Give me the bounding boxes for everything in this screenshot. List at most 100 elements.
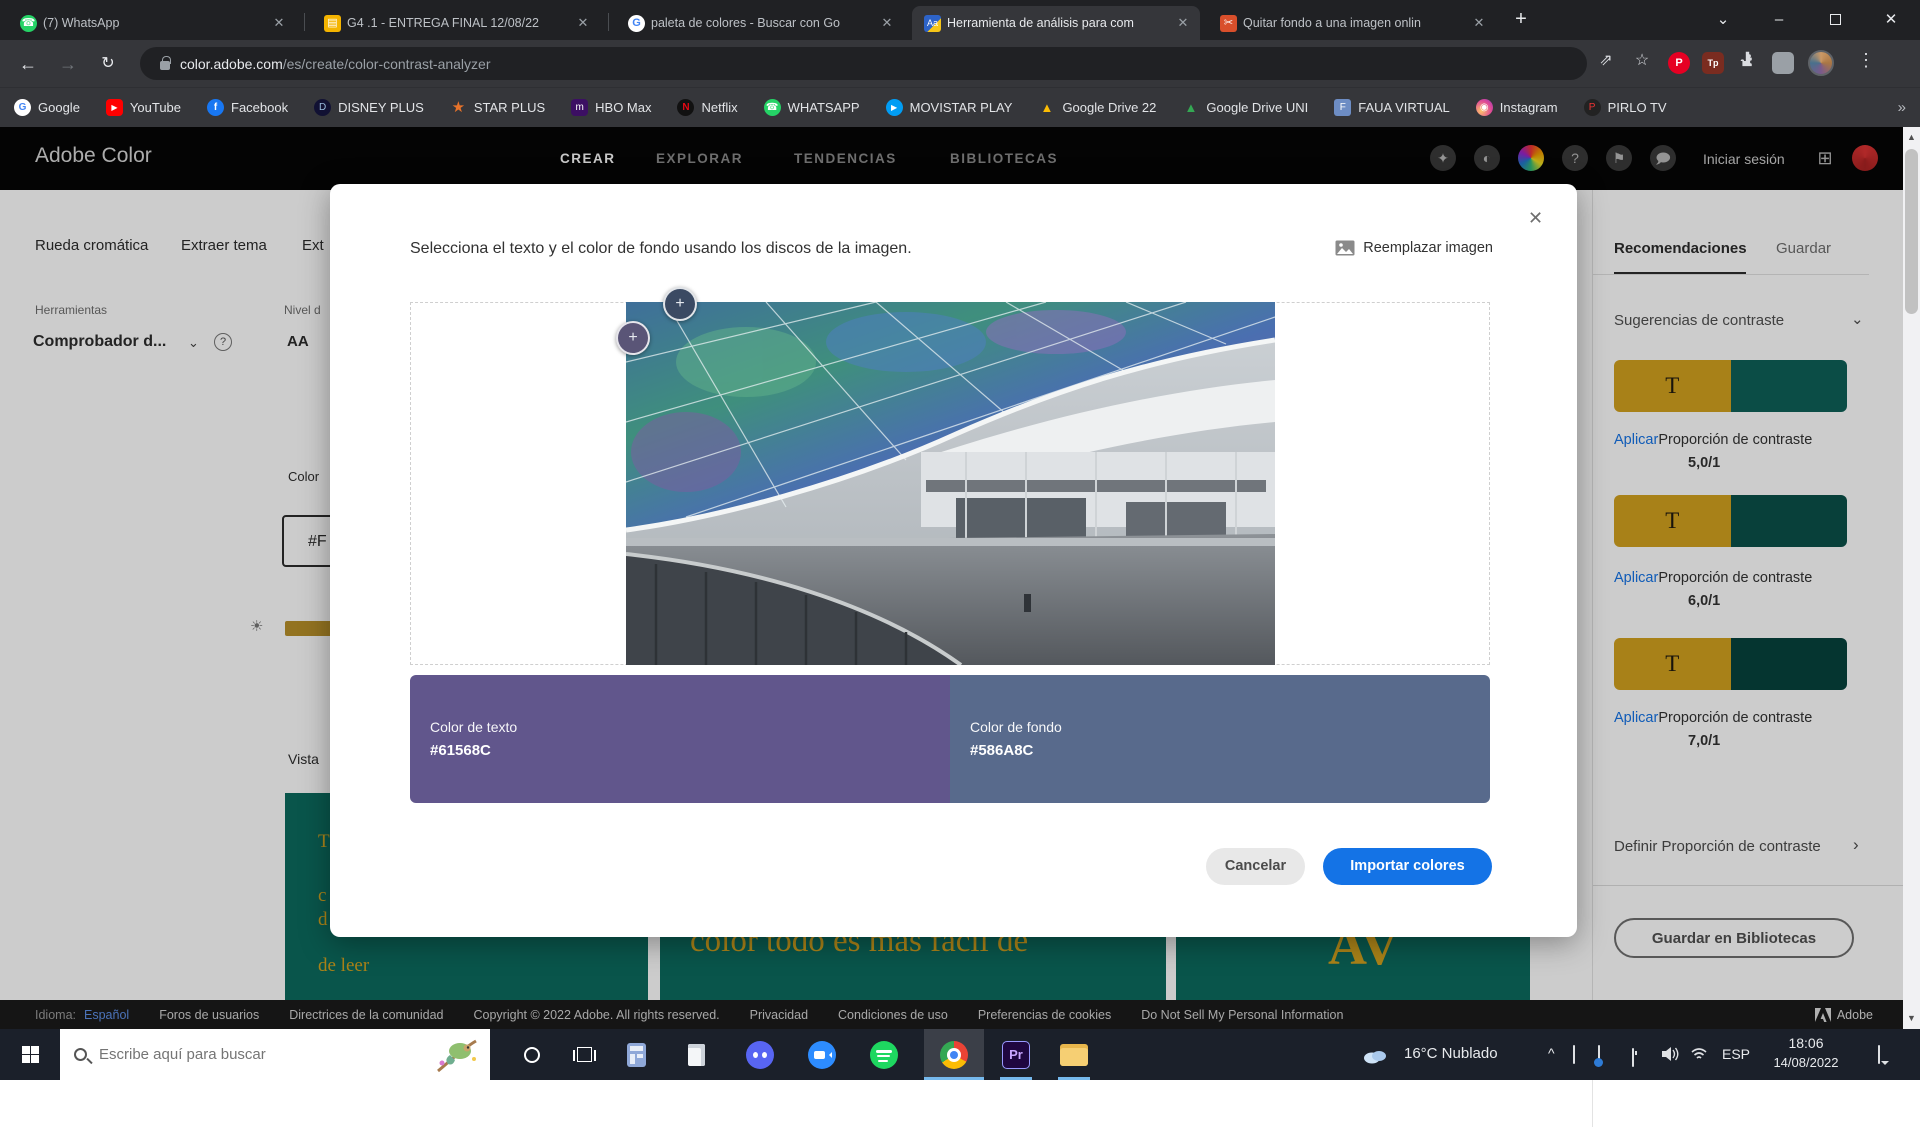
tab-title: (7) WhatsApp bbox=[43, 16, 264, 30]
bookmark-facebook[interactable]: fFacebook bbox=[207, 99, 288, 116]
windows-logo-icon bbox=[22, 1046, 39, 1063]
maximize-icon bbox=[1830, 14, 1841, 25]
bookmark-google-drive-22[interactable]: ▲Google Drive 22 bbox=[1038, 99, 1156, 116]
text-color-swatch[interactable]: Color de texto #61568C bbox=[410, 675, 950, 803]
scroll-up-icon[interactable]: ▲ bbox=[1903, 129, 1920, 146]
cancel-button[interactable]: Cancelar bbox=[1206, 848, 1305, 885]
color-picker-handle-background[interactable]: + bbox=[663, 287, 697, 321]
whatsapp-favicon-icon: ☎ bbox=[20, 15, 37, 32]
speaker-icon[interactable] bbox=[1662, 1046, 1680, 1067]
file-explorer-icon[interactable] bbox=[1048, 1029, 1100, 1080]
modal-close-icon[interactable]: ✕ bbox=[1528, 208, 1543, 229]
menu-kebab-icon[interactable]: ⋮ bbox=[1852, 50, 1880, 71]
spotify-icon[interactable] bbox=[856, 1029, 912, 1080]
scroll-down-icon[interactable]: ▼ bbox=[1903, 1010, 1920, 1027]
replace-image-button[interactable]: Reemplazar imagen bbox=[1335, 240, 1493, 256]
zoom-icon[interactable] bbox=[794, 1029, 850, 1080]
discord-icon[interactable] bbox=[732, 1029, 788, 1080]
weather-cloud-icon[interactable] bbox=[1362, 1046, 1388, 1069]
bookmark-instagram[interactable]: ◉Instagram bbox=[1476, 99, 1558, 116]
weather-text[interactable]: 16°C Nublado bbox=[1404, 1045, 1498, 1062]
instagram-icon: ◉ bbox=[1476, 99, 1493, 116]
bookmark-star-plus[interactable]: ★STAR PLUS bbox=[450, 99, 545, 116]
folder-glyph bbox=[1060, 1044, 1088, 1066]
bookmark-disney-plus[interactable]: DDISNEY PLUS bbox=[314, 99, 424, 116]
reload-icon[interactable]: ↻ bbox=[92, 48, 124, 80]
chrome-taskbar-icon[interactable] bbox=[924, 1029, 984, 1080]
bookmark-google-drive-uni[interactable]: ▲Google Drive UNI bbox=[1182, 99, 1308, 116]
start-button[interactable] bbox=[0, 1029, 60, 1080]
bookmark-whatsapp[interactable]: ☎WHATSAPP bbox=[764, 99, 860, 116]
bookmark-pirlo-tv[interactable]: PPIRLO TV bbox=[1584, 99, 1667, 116]
tray-expand-caret-icon[interactable]: ^ bbox=[1548, 1045, 1555, 1061]
tab-close-icon[interactable]: ✕ bbox=[574, 14, 592, 32]
date: 14/08/2022 bbox=[1758, 1055, 1854, 1070]
search-highlight-chameleon-icon bbox=[434, 1033, 480, 1077]
document-glyph bbox=[688, 1044, 705, 1066]
tab-separator bbox=[608, 13, 609, 31]
page-scrollbar[interactable]: ▲ ▼ bbox=[1903, 127, 1920, 1029]
puzzle-extensions-icon[interactable] bbox=[1734, 50, 1762, 73]
color-picker-handle-text[interactable]: + bbox=[616, 321, 650, 355]
import-colors-modal: ✕ Selecciona el texto y el color de fond… bbox=[330, 184, 1577, 937]
tab-quitar-fondo[interactable]: ✂ Quitar fondo a una imagen onlin ✕ bbox=[1208, 6, 1496, 40]
tab-close-icon[interactable]: ✕ bbox=[878, 14, 896, 32]
app-badge-icon[interactable] bbox=[1598, 1046, 1600, 1064]
tab-paleta-colores[interactable]: G paleta de colores - Buscar con Go ✕ bbox=[616, 6, 904, 40]
tab-close-icon[interactable]: ✕ bbox=[1470, 14, 1488, 32]
bookmark-hbo-max[interactable]: mHBO Max bbox=[571, 99, 651, 116]
bookmark-google[interactable]: GGoogle bbox=[14, 99, 80, 116]
facebook-icon: f bbox=[207, 99, 224, 116]
tab-adobe-color-active[interactable]: Aa Herramienta de análisis para com ✕ bbox=[912, 6, 1200, 40]
bookmark-star-icon[interactable]: ☆ bbox=[1628, 50, 1656, 70]
tab-close-icon[interactable]: ✕ bbox=[1174, 14, 1192, 32]
address-bar[interactable]: color.adobe.com/es/create/color-contrast… bbox=[140, 47, 1587, 80]
calculator-icon[interactable] bbox=[612, 1029, 660, 1080]
your-phone-icon[interactable] bbox=[1573, 1046, 1575, 1064]
tab-close-icon[interactable]: ✕ bbox=[270, 14, 288, 32]
bookmark-faua-virtual[interactable]: FFAUA VIRTUAL bbox=[1334, 99, 1450, 116]
bookmark-movistar-play[interactable]: ▶MOVISTAR PLAY bbox=[886, 99, 1013, 116]
cortana-icon[interactable] bbox=[508, 1029, 556, 1080]
background-color-swatch[interactable]: Color de fondo #586A8C bbox=[950, 675, 1490, 803]
battery-icon[interactable] bbox=[1632, 1049, 1634, 1067]
faua-virtual-icon: F bbox=[1334, 99, 1351, 116]
tab-entrega-final[interactable]: ▤ G4 .1 - ENTREGA FINAL 12/08/22 ✕ bbox=[312, 6, 600, 40]
back-icon[interactable]: ← bbox=[12, 48, 44, 80]
clock[interactable]: 18:06 14/08/2022 bbox=[1758, 1035, 1854, 1070]
bookmarks-overflow-icon[interactable]: » bbox=[1898, 99, 1906, 116]
red-extension-icon[interactable]: Tp bbox=[1702, 52, 1724, 74]
browser-tab-bar: ☎ (7) WhatsApp ✕ ▤ G4 .1 - ENTREGA FINAL… bbox=[0, 0, 1920, 40]
sidebar-extension-icon[interactable] bbox=[1772, 52, 1794, 74]
uploaded-photo[interactable] bbox=[626, 302, 1275, 665]
profile-avatar[interactable] bbox=[1808, 50, 1834, 76]
search-input[interactable] bbox=[99, 1046, 434, 1063]
premiere-glyph: Pr bbox=[1002, 1041, 1030, 1069]
keyboard-language[interactable]: ESP bbox=[1722, 1046, 1750, 1062]
window-maximize-button[interactable] bbox=[1812, 0, 1858, 38]
action-center-icon[interactable] bbox=[1878, 1046, 1880, 1064]
scrollbar-thumb[interactable] bbox=[1905, 149, 1918, 314]
premiere-icon[interactable]: Pr bbox=[990, 1029, 1042, 1080]
bookmark-netflix[interactable]: NNetflix bbox=[677, 99, 737, 116]
tab-title: Herramienta de análisis para com bbox=[947, 16, 1168, 30]
forward-icon[interactable]: → bbox=[52, 48, 84, 80]
taskbar-search[interactable] bbox=[60, 1029, 490, 1080]
bookmark-youtube[interactable]: ▶YouTube bbox=[106, 99, 181, 116]
import-colors-button[interactable]: Importar colores bbox=[1323, 848, 1492, 885]
tab-search-chevron-icon[interactable]: ⌄ bbox=[1700, 0, 1746, 38]
time: 18:06 bbox=[1758, 1035, 1854, 1051]
new-tab-button[interactable]: + bbox=[1504, 0, 1538, 38]
adobe-color-favicon-icon: Aa bbox=[924, 15, 941, 32]
network-wifi-icon[interactable] bbox=[1690, 1046, 1708, 1066]
window-minimize-button[interactable]: – bbox=[1756, 0, 1802, 38]
notepad-icon[interactable] bbox=[672, 1029, 720, 1080]
pinterest-extension-icon[interactable]: P bbox=[1668, 52, 1690, 74]
netflix-icon: N bbox=[677, 99, 694, 116]
url-text: color.adobe.com/es/create/color-contrast… bbox=[180, 56, 491, 72]
share-icon[interactable]: ⇗ bbox=[1592, 50, 1620, 70]
task-view-icon[interactable] bbox=[560, 1029, 608, 1080]
text-color-label: Color de texto bbox=[430, 719, 950, 735]
window-close-button[interactable]: ✕ bbox=[1868, 0, 1914, 38]
tab-whatsapp[interactable]: ☎ (7) WhatsApp ✕ bbox=[8, 6, 296, 40]
